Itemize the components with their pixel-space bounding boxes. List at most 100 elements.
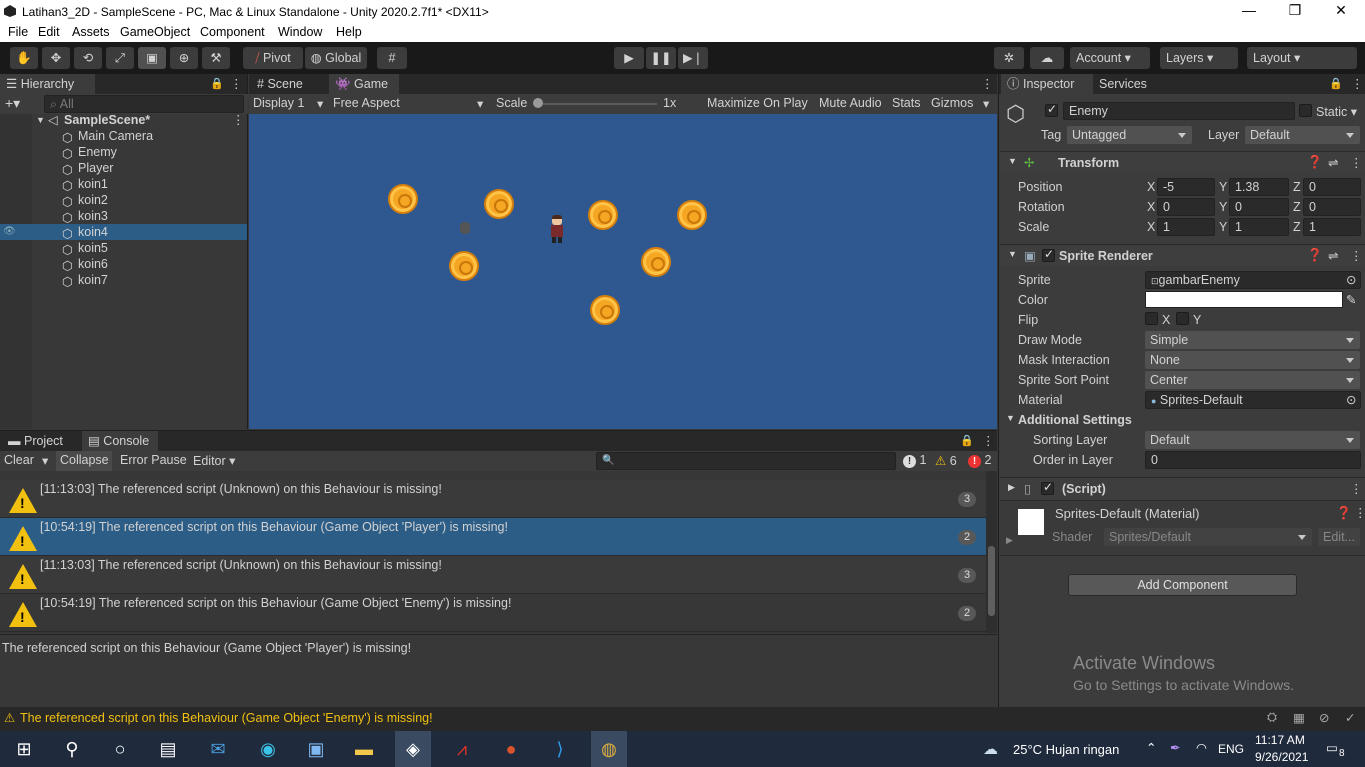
help-icon[interactable]: ❓ bbox=[1307, 248, 1323, 263]
clock-date[interactable]: 9/26/2021 bbox=[1255, 750, 1308, 764]
status-cache-icon[interactable]: ▦ bbox=[1293, 710, 1305, 725]
rect-tool-icon[interactable]: ▣ bbox=[138, 47, 166, 69]
tab-inspector[interactable]: ⓘ Inspector bbox=[1001, 74, 1093, 94]
windows-start-icon[interactable]: ⊞ bbox=[6, 731, 42, 767]
rotate-tool-icon[interactable]: ⟲ bbox=[74, 47, 102, 69]
object-name-input[interactable]: Enemy bbox=[1063, 102, 1295, 120]
help-icon[interactable]: ❓ bbox=[1336, 506, 1352, 521]
search-icon[interactable]: ⚲ bbox=[54, 731, 90, 767]
hierarchy-item-enemy[interactable]: ⬡ Enemy bbox=[0, 144, 247, 161]
language-indicator[interactable]: ENG bbox=[1218, 742, 1244, 756]
pivot-button[interactable]: ⧸ Pivot bbox=[243, 47, 303, 69]
status-bake-icon[interactable]: ⊘ bbox=[1319, 710, 1329, 725]
status-message[interactable]: The referenced script on this Behaviour … bbox=[20, 711, 433, 725]
inspector-menu-icon[interactable]: ⋮ bbox=[1351, 76, 1364, 91]
game-view[interactable] bbox=[249, 114, 997, 429]
console-scrollbar[interactable] bbox=[986, 471, 997, 633]
scale-slider-handle[interactable] bbox=[533, 98, 543, 108]
hand-tool-icon[interactable]: ✋ bbox=[10, 47, 38, 69]
color-swatch[interactable] bbox=[1145, 291, 1343, 308]
move-tool-icon[interactable]: ✥ bbox=[42, 47, 70, 69]
log-row-selected[interactable]: [10:54:19] The referenced script on this… bbox=[0, 518, 986, 556]
tab-hierarchy[interactable]: ☰ Hierarchy bbox=[0, 74, 95, 94]
sprite-renderer-header[interactable]: ▼ ▣ Sprite Renderer ❓ ⇌ ⋮ bbox=[1000, 244, 1365, 266]
position-z-input[interactable]: 0 bbox=[1303, 178, 1361, 196]
clear-button[interactable]: Clear bbox=[4, 453, 34, 467]
log-row[interactable]: [11:13:03] The referenced script (Unknow… bbox=[0, 480, 986, 518]
sorting-layer-dropdown[interactable]: Default bbox=[1145, 431, 1360, 449]
info-filter-toggle[interactable]: ! 1 bbox=[903, 453, 926, 468]
scene-menu-icon[interactable]: ⋮ bbox=[232, 112, 245, 128]
task-view-icon[interactable]: ▤ bbox=[150, 731, 186, 767]
status-check-icon[interactable]: ✓ bbox=[1345, 710, 1355, 725]
layout-dropdown[interactable]: Layout ▾ bbox=[1247, 47, 1357, 69]
order-in-layer-input[interactable]: 0 bbox=[1145, 451, 1361, 469]
active-checkbox[interactable] bbox=[1045, 102, 1058, 117]
tab-project[interactable]: ▬ Project bbox=[2, 431, 78, 451]
gizmos-arrow-icon[interactable]: ▾ bbox=[983, 96, 989, 111]
log-row[interactable]: [10:54:19] The referenced script on this… bbox=[0, 594, 986, 632]
kebab-menu-icon[interactable]: ⋮ bbox=[230, 76, 243, 91]
edge-browser-icon[interactable]: ◉ bbox=[250, 731, 286, 767]
collab-icon[interactable]: ✲ bbox=[994, 47, 1024, 69]
mail-icon[interactable]: ✉ bbox=[200, 731, 236, 767]
eyedropper-icon[interactable]: ✎ bbox=[1346, 292, 1356, 307]
transform-tool-icon[interactable]: ⊕ bbox=[170, 47, 198, 69]
material-menu-icon[interactable]: ⋮ bbox=[1354, 505, 1365, 520]
unity-app-icon[interactable]: ◈ bbox=[395, 731, 431, 767]
console-menu-icon[interactable]: ⋮ bbox=[982, 433, 995, 448]
tag-dropdown[interactable]: Untagged bbox=[1067, 126, 1192, 144]
acrobat-icon[interactable]: ⩘ bbox=[444, 731, 480, 767]
add-icon[interactable]: +▾ bbox=[5, 95, 20, 112]
chrome-icon[interactable]: ◍ bbox=[591, 731, 627, 767]
stats-toggle[interactable]: Stats bbox=[892, 96, 921, 110]
menu-file[interactable]: File bbox=[8, 25, 28, 39]
cortana-icon[interactable]: ○ bbox=[102, 731, 138, 767]
status-debug-icon[interactable]: ⛭ bbox=[1267, 710, 1277, 725]
account-dropdown[interactable]: Account ▾ bbox=[1070, 47, 1150, 69]
error-pause-toggle[interactable]: Error Pause bbox=[120, 453, 187, 467]
scale-x-input[interactable]: 1 bbox=[1157, 218, 1215, 236]
menu-help[interactable]: Help bbox=[336, 25, 362, 39]
layers-dropdown[interactable]: Layers ▾ bbox=[1160, 47, 1238, 69]
log-row[interactable]: [11:13:03] The referenced script (Unknow… bbox=[0, 556, 986, 594]
expand-arrow-icon[interactable]: ▼ bbox=[1008, 249, 1017, 259]
scale-slider-track[interactable] bbox=[537, 103, 657, 105]
menu-window[interactable]: Window bbox=[278, 25, 322, 39]
mask-interaction-dropdown[interactable]: None bbox=[1145, 351, 1360, 369]
static-checkbox[interactable] bbox=[1299, 104, 1312, 117]
object-picker-icon[interactable]: ⊙ bbox=[1346, 272, 1356, 287]
flip-y-checkbox[interactable] bbox=[1176, 312, 1189, 325]
aspect-dropdown[interactable]: Free Aspect bbox=[333, 96, 400, 110]
scale-y-input[interactable]: 1 bbox=[1229, 218, 1289, 236]
hierarchy-item-koin6[interactable]: ⬡ koin6 bbox=[0, 256, 247, 273]
maximize-on-play-toggle[interactable]: Maximize On Play bbox=[707, 96, 808, 110]
edit-shader-button[interactable]: Edit... bbox=[1318, 528, 1360, 546]
global-button[interactable]: ◍ Global bbox=[305, 47, 367, 69]
gizmos-toggle[interactable]: Gizmos bbox=[931, 96, 973, 110]
sprite-renderer-enabled-checkbox[interactable] bbox=[1042, 247, 1055, 262]
pause-button[interactable]: ❚❚ bbox=[646, 47, 676, 69]
mute-audio-toggle[interactable]: Mute Audio bbox=[819, 96, 882, 110]
expand-arrow-icon[interactable]: ▼ bbox=[1006, 413, 1015, 423]
rotation-y-input[interactable]: 0 bbox=[1229, 198, 1289, 216]
expand-arrow-icon[interactable]: ▼ bbox=[36, 112, 45, 128]
aspect-arrow-icon[interactable]: ▾ bbox=[477, 96, 483, 111]
hierarchy-item-main-camera[interactable]: ⬡ Main Camera bbox=[0, 128, 247, 145]
component-menu-icon[interactable]: ⋮ bbox=[1350, 481, 1363, 496]
lock-icon[interactable]: 🔒 bbox=[210, 77, 224, 90]
expand-arrow-icon[interactable]: ▼ bbox=[1008, 156, 1017, 166]
material-field[interactable]: ● Sprites-Default bbox=[1145, 391, 1361, 409]
menu-component[interactable]: Component bbox=[200, 25, 265, 39]
position-y-input[interactable]: 1.38 bbox=[1229, 178, 1289, 196]
hierarchy-search-input[interactable]: ⌕ All bbox=[44, 95, 244, 113]
error-filter-toggle[interactable]: ! 2 bbox=[968, 453, 991, 468]
display-dropdown[interactable]: Display 1 bbox=[253, 96, 304, 110]
flip-x-checkbox[interactable] bbox=[1145, 312, 1158, 325]
layer-dropdown[interactable]: Default bbox=[1245, 126, 1360, 144]
file-explorer-icon[interactable]: ▬ bbox=[346, 731, 382, 767]
minimize-icon[interactable]: — bbox=[1238, 2, 1260, 18]
tab-scene[interactable]: # Scene bbox=[251, 74, 325, 94]
menu-gameobject[interactable]: GameObject bbox=[120, 25, 190, 39]
add-component-button[interactable]: Add Component bbox=[1068, 574, 1297, 596]
